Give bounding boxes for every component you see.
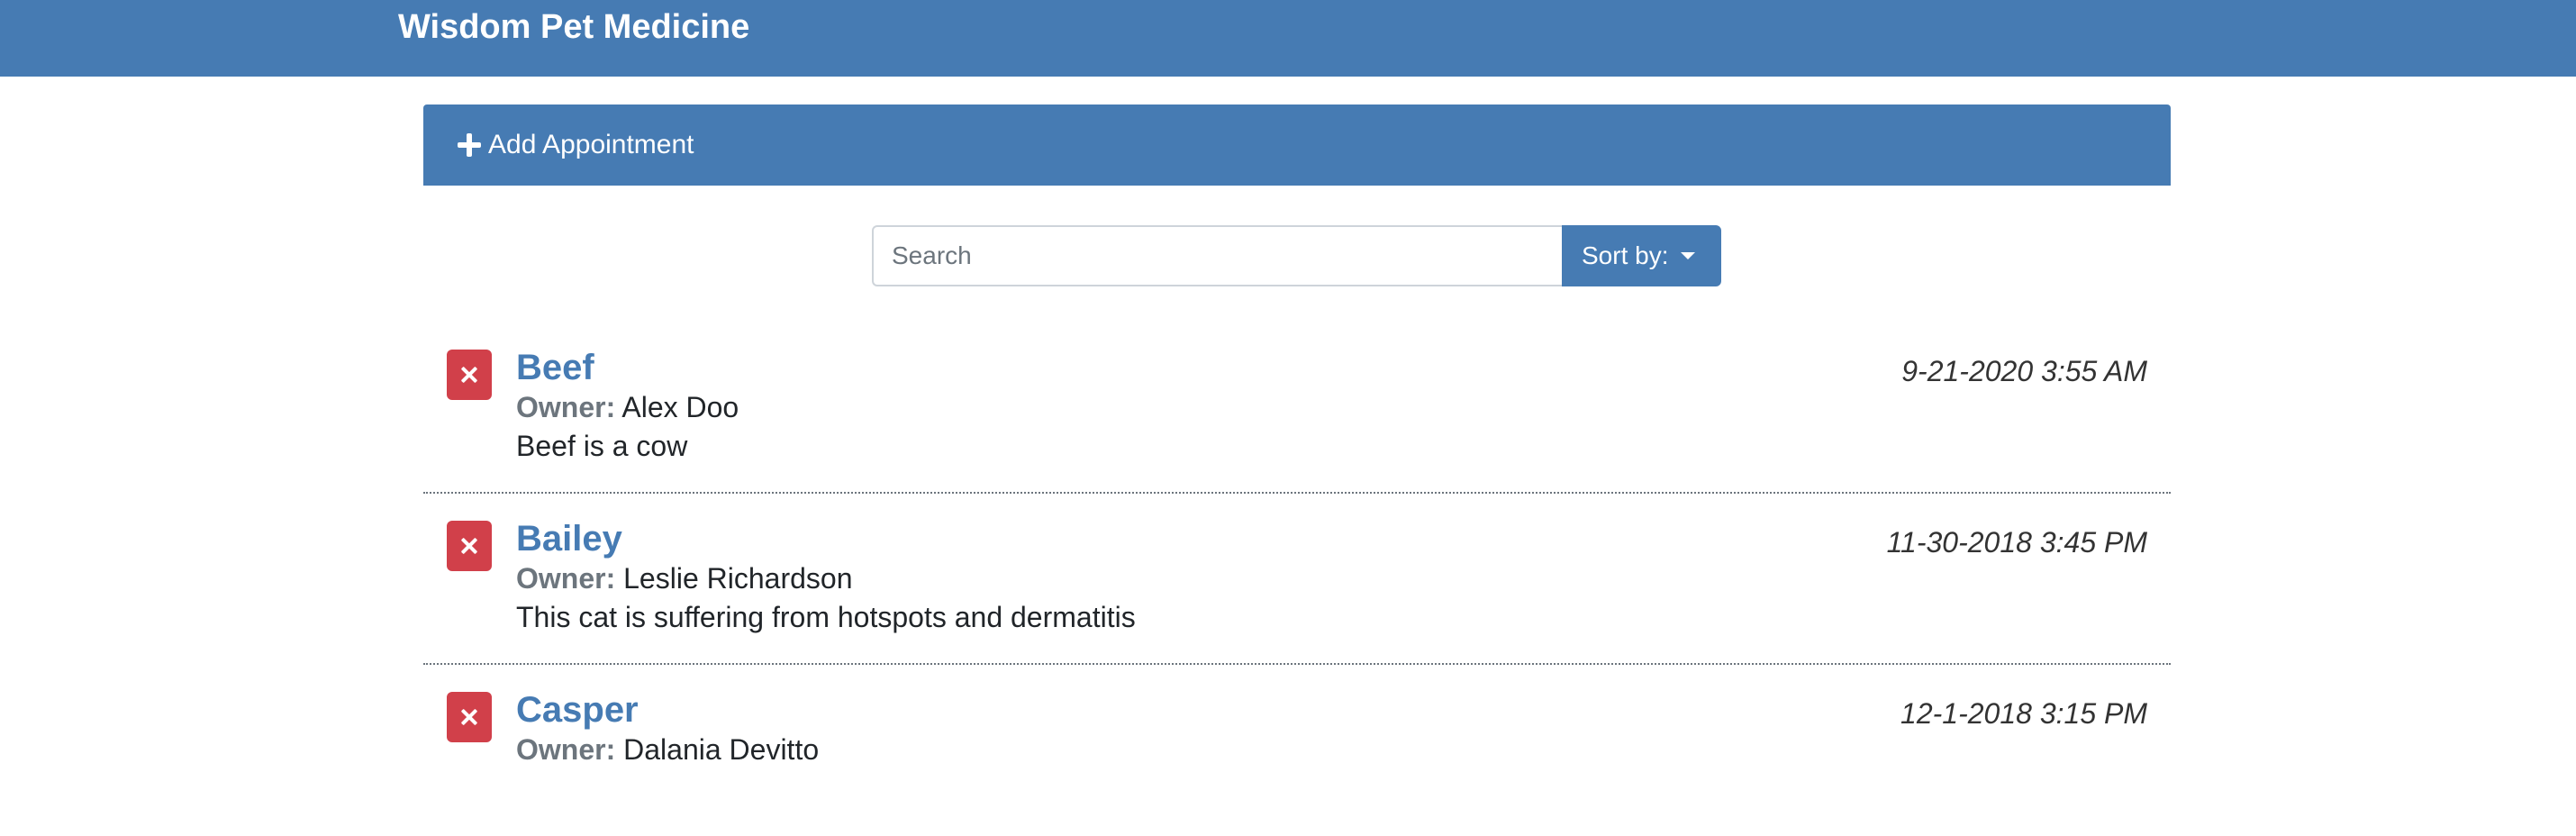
add-appointment-label: Add Appointment [488, 130, 694, 159]
owner-label: Owner: [516, 733, 616, 766]
appointment-notes: This cat is suffering from hotspots and … [516, 601, 1136, 633]
add-appointment-button[interactable]: Add Appointment [423, 104, 2171, 186]
sort-by-label: Sort by: [1582, 241, 1669, 269]
caret-down-icon [1681, 252, 1696, 259]
owner-name[interactable]: Leslie Richardson [623, 562, 852, 595]
delete-button[interactable] [447, 350, 492, 400]
navbar: Wisdom Pet Medicine [0, 0, 2576, 77]
owner-line: Owner: Dalania Devitto [516, 732, 819, 768]
delete-button[interactable] [447, 692, 492, 742]
plus-icon [458, 133, 481, 157]
owner-line: Owner: Alex Doo [516, 389, 739, 425]
appointment-date: 12-1-2018 3:15 PM [1900, 697, 2147, 730]
appointment-date: 9-21-2020 3:55 AM [1901, 355, 2147, 387]
appointment-notes: Beef is a cow [516, 430, 688, 462]
sort-by-button[interactable]: Sort by: [1562, 225, 1721, 286]
appointment-date: 11-30-2018 3:45 PM [1886, 526, 2147, 559]
owner-line: Owner: Leslie Richardson [516, 560, 852, 596]
owner-label: Owner: [516, 391, 616, 423]
appointment-list: Beef 9-21-2020 3:55 AM Owner: Alex Doo B… [423, 323, 2171, 836]
owner-label: Owner: [516, 562, 616, 595]
appointment-item: Casper 12-1-2018 3:15 PM Owner: Dalania … [423, 665, 2171, 836]
owner-name[interactable]: Dalania Devitto [623, 733, 819, 766]
appointment-item: Bailey 11-30-2018 3:45 PM Owner: Leslie … [423, 494, 2171, 665]
delete-button[interactable] [447, 521, 492, 571]
owner-name[interactable]: Alex Doo [621, 391, 739, 423]
search-input[interactable] [872, 225, 1562, 286]
close-icon [460, 708, 478, 726]
pet-name[interactable]: Bailey [516, 517, 622, 560]
search-group: Sort by: [872, 225, 1721, 286]
app-title[interactable]: Wisdom Pet Medicine [398, 5, 749, 49]
close-icon [460, 537, 478, 555]
pet-name[interactable]: Beef [516, 346, 594, 389]
pet-name[interactable]: Casper [516, 688, 639, 732]
appointment-item: Beef 9-21-2020 3:55 AM Owner: Alex Doo B… [423, 323, 2171, 494]
close-icon [460, 366, 478, 384]
